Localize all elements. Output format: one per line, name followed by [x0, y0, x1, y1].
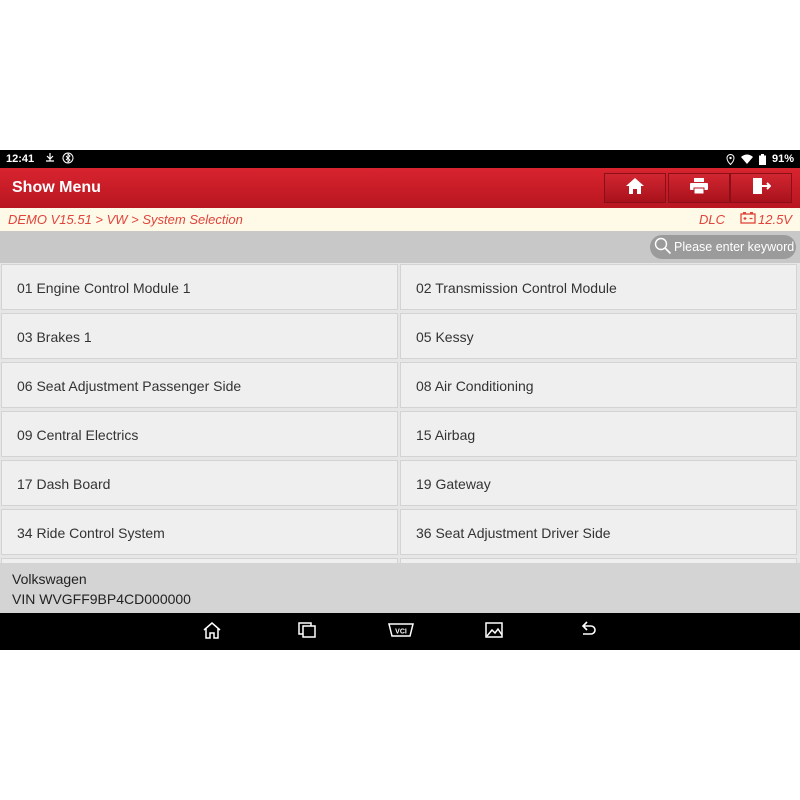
battery-percent: 91% — [771, 153, 794, 165]
search-input[interactable] — [674, 240, 796, 254]
voltage-indicator: 12.5V — [740, 211, 792, 227]
search-row — [0, 231, 800, 263]
system-item[interactable]: 08 Air Conditioning — [400, 362, 797, 408]
system-item-label: 17 Dash Board — [17, 476, 111, 492]
system-item[interactable]: 01 Engine Control Module 1 — [1, 264, 398, 310]
nav-home-button[interactable] — [200, 621, 224, 643]
page-title: Show Menu — [12, 179, 101, 196]
system-item[interactable]: 17 Dash Board — [1, 460, 398, 506]
breadcrumb: DEMO V15.51 > VW > System Selection DLC … — [0, 208, 800, 231]
wifi-icon — [740, 154, 753, 164]
print-button[interactable] — [668, 173, 730, 203]
dlc-label: DLC — [699, 212, 726, 227]
system-item-label: 05 Kessy — [416, 329, 474, 345]
system-item-label: 08 Air Conditioning — [416, 378, 534, 394]
system-item-label: 01 Engine Control Module 1 — [17, 280, 191, 296]
system-item-label: 02 Transmission Control Module — [416, 280, 617, 296]
vehicle-make: Volkswagen — [12, 571, 87, 587]
exit-icon — [751, 177, 772, 200]
system-item[interactable]: 36 Seat Adjustment Driver Side — [400, 509, 797, 555]
system-item[interactable]: 15 Airbag — [400, 411, 797, 457]
image-icon — [484, 621, 504, 644]
home-button[interactable] — [604, 173, 666, 203]
system-item-label: 19 Gateway — [416, 476, 491, 492]
car-battery-icon — [740, 211, 756, 227]
vci-connector-icon: VCI — [388, 621, 414, 644]
system-list: 01 Engine Control Module 1 02 Transmissio… — [0, 263, 800, 563]
location-icon — [726, 153, 735, 165]
app-screen: 12:41 91% Show Menu DEMO V15.51 > VW > S… — [0, 150, 800, 650]
exit-button[interactable] — [730, 173, 792, 203]
system-item[interactable]: 02 Transmission Control Module — [400, 264, 797, 310]
nav-back-button[interactable] — [576, 620, 600, 644]
system-item[interactable]: 09 Central Electrics — [1, 411, 398, 457]
printer-icon — [689, 177, 709, 200]
svg-text:VCI: VCI — [395, 628, 407, 635]
system-item[interactable]: 05 Kessy — [400, 313, 797, 359]
system-item-label: 03 Brakes 1 — [17, 329, 92, 345]
system-item-label: 36 Seat Adjustment Driver Side — [416, 525, 611, 541]
system-item-label: 15 Airbag — [416, 427, 476, 443]
system-item[interactable]: 34 Ride Control System — [1, 509, 398, 555]
title-bar: Show Menu — [0, 168, 800, 208]
system-item[interactable]: 03 Brakes 1 — [1, 313, 398, 359]
back-arrow-icon — [578, 620, 598, 644]
system-item-label: 34 Ride Control System — [17, 525, 165, 541]
system-item-label: 06 Seat Adjustment Passenger Side — [17, 378, 242, 394]
home-icon — [625, 177, 645, 200]
clock: 12:41 — [6, 153, 35, 165]
search-box[interactable] — [650, 235, 796, 259]
vehicle-info: Volkswagen VIN WVGFF9BP4CD000000 — [0, 563, 800, 613]
breadcrumb-path: DEMO V15.51 > VW > System Selection — [8, 212, 243, 227]
system-item[interactable]: 19 Gateway — [400, 460, 797, 506]
usb-debug-icon — [44, 152, 56, 164]
nav-gallery-button[interactable] — [482, 621, 506, 643]
navigation-bar: VCI — [0, 613, 800, 650]
nav-vci-button[interactable]: VCI — [388, 621, 414, 643]
nav-recents-button[interactable] — [295, 621, 319, 643]
voltage-value: 12.5V — [758, 211, 792, 227]
system-item[interactable]: 06 Seat Adjustment Passenger Side — [1, 362, 398, 408]
bluetooth-icon — [62, 152, 74, 164]
recent-apps-icon — [297, 621, 317, 644]
home-outline-icon — [202, 621, 222, 644]
status-bar: 12:41 91% — [0, 150, 800, 168]
vehicle-vin: VIN WVGFF9BP4CD000000 — [12, 591, 191, 607]
search-icon — [654, 237, 672, 258]
battery-icon — [758, 153, 766, 165]
system-item-label: 09 Central Electrics — [17, 427, 139, 443]
